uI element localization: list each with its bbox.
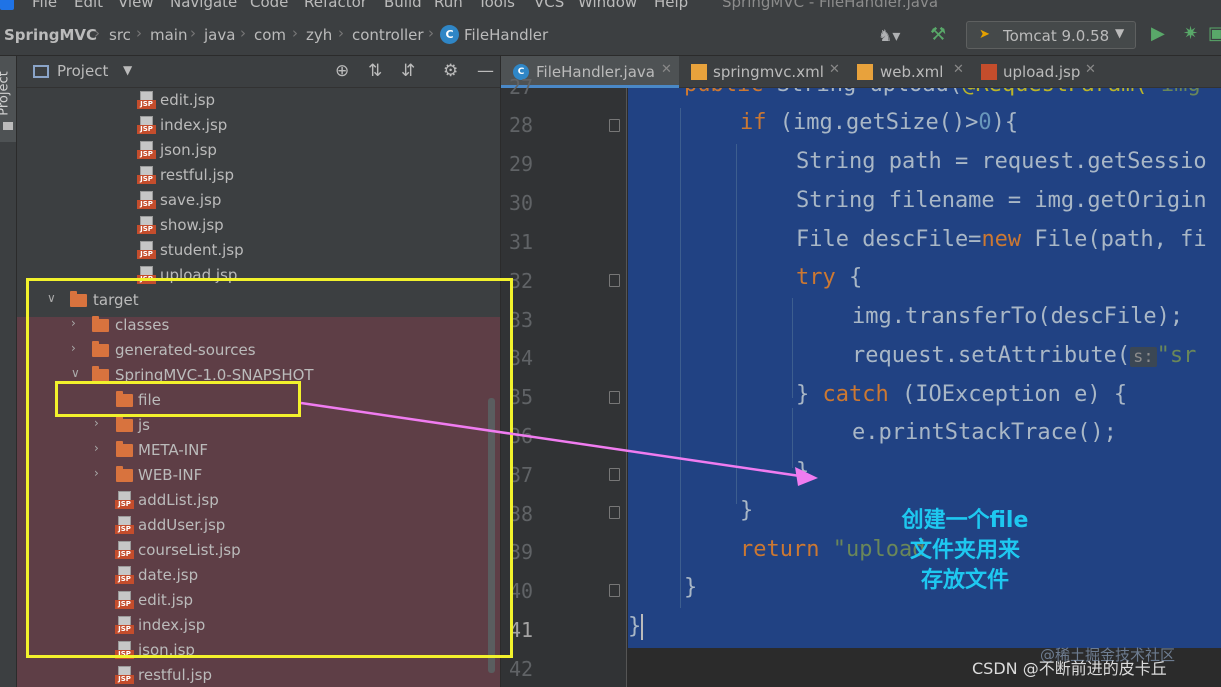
csdn-watermark: CSDN @不断前进的皮卡丘 xyxy=(972,659,1167,678)
annotation-note-line: 存放文件 xyxy=(920,568,1009,593)
annotation-note-line: 创建一个file xyxy=(901,508,1029,533)
annotation-note: 创建一个file 文件夹用来 存放文件 xyxy=(870,506,1060,596)
annotation-note-line: 文件夹用来 xyxy=(909,538,1020,563)
